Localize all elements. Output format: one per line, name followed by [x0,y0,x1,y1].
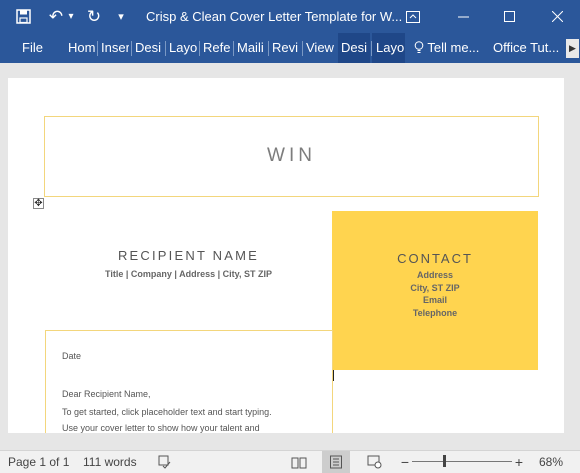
customize-quick-access-button[interactable]: ▾ [114,0,128,33]
name-header-box[interactable]: WIN [44,116,539,197]
print-layout-button[interactable] [322,451,350,473]
zoom-slider-thumb[interactable] [443,455,447,467]
tab-references[interactable]: Refe [203,33,231,63]
recipient-details[interactable]: Title | Company | Address | City, ST ZIP [44,269,333,279]
sender-name[interactable]: WIN [45,145,538,167]
proofing-icon [158,455,170,469]
ribbon-display-options-button[interactable] [390,0,436,33]
page-count[interactable]: Page 1 of 1 [8,455,69,469]
letter-body-line: Use your cover letter to show how your t… [62,422,260,433]
letter-body[interactable]: To get started, click placeholder text a… [62,405,327,433]
read-mode-button[interactable] [288,451,310,473]
recipient-block: RECIPIENT NAME Title | Company | Address… [44,248,333,279]
word-count[interactable]: 111 words [83,455,137,469]
tell-me-label: Tell me... [427,40,480,55]
undo-icon: ↶ [48,6,64,26]
minimize-button[interactable] [440,0,486,33]
title-bar: ↶ ▾ ↻ ▾ Crisp & Clean Cover Letter Templ… [0,0,580,33]
tell-me-search[interactable]: Tell me... [414,33,488,63]
account-name[interactable]: Office Tut... [493,33,563,63]
tab-table-layout[interactable]: Layo [372,33,405,63]
tab-layout[interactable]: Layo [169,33,197,63]
letter-body-line: To get started, click placeholder text a… [62,407,272,417]
ribbon-tabs: File Hom Inser Desi Layo Refe Maili Revi… [0,33,580,63]
contact-telephone[interactable]: Telephone [332,307,538,320]
maximize-button[interactable] [486,0,532,33]
zoom-slider[interactable] [412,461,512,462]
contact-address[interactable]: Address [332,269,538,282]
letter-greeting[interactable]: Dear Recipient Name, [62,389,151,399]
lightbulb-icon [414,41,424,53]
zoom-out-button[interactable]: − [398,451,412,473]
save-icon [15,9,31,24]
letter-date[interactable]: Date [62,351,81,361]
status-bar: Page 1 of 1 111 words − + 68% [0,450,580,473]
redo-button[interactable]: ↻ [84,0,104,33]
read-mode-icon [291,457,307,468]
contact-email[interactable]: Email [332,294,538,307]
print-layout-icon [330,455,342,469]
tab-insert[interactable]: Inser [101,33,129,63]
redo-icon: ↻ [86,6,102,26]
tab-file[interactable]: File [22,33,43,63]
window-title: Crisp & Clean Cover Letter Template for … [146,9,403,24]
document-page[interactable]: WIN ✥ RECIPIENT NAME Title | Company | A… [8,78,564,433]
tab-separator [131,41,132,56]
chevron-right-icon: ▶ [569,43,576,53]
tab-separator [165,41,166,56]
recipient-name[interactable]: RECIPIENT NAME [44,248,333,263]
table-move-handle-icon[interactable]: ✥ [33,198,44,209]
zoom-level[interactable]: 68% [539,455,563,469]
close-icon [551,11,563,22]
web-layout-icon [367,455,381,469]
tab-review[interactable]: Revi [272,33,300,63]
tab-mailings[interactable]: Maili [237,33,265,63]
zoom-in-button[interactable]: + [512,451,526,473]
undo-button[interactable]: ↶ [46,0,66,33]
ribbon-display-icon [406,10,420,23]
tab-separator [268,41,269,56]
tab-separator [233,41,234,56]
ribbon-scroll-right-button[interactable]: ▶ [566,39,579,58]
contact-title[interactable]: CONTACT [332,251,538,266]
tab-separator [302,41,303,56]
tab-design[interactable]: Desi [135,33,162,63]
letter-body-box: Date Dear Recipient Name, To get started… [45,330,333,433]
chevron-down-icon: ▾ [118,11,124,23]
proofing-button[interactable] [155,451,173,473]
text-cursor [333,370,334,381]
chevron-down-icon: ▾ [68,11,74,22]
minimize-icon [457,16,469,18]
tab-view[interactable]: View [306,33,334,63]
save-button[interactable] [12,0,34,33]
tab-separator [199,41,200,56]
maximize-icon [503,11,515,22]
tab-table-design[interactable]: Desi [338,33,370,63]
web-layout-button[interactable] [364,451,384,473]
close-button[interactable] [534,0,580,33]
contact-city[interactable]: City, ST ZIP [332,282,538,295]
tab-separator [97,41,98,56]
tab-home[interactable]: Hom [68,33,96,63]
undo-dropdown-button[interactable]: ▾ [66,0,76,33]
contact-box: CONTACT Address City, ST ZIP Email Telep… [332,211,538,370]
